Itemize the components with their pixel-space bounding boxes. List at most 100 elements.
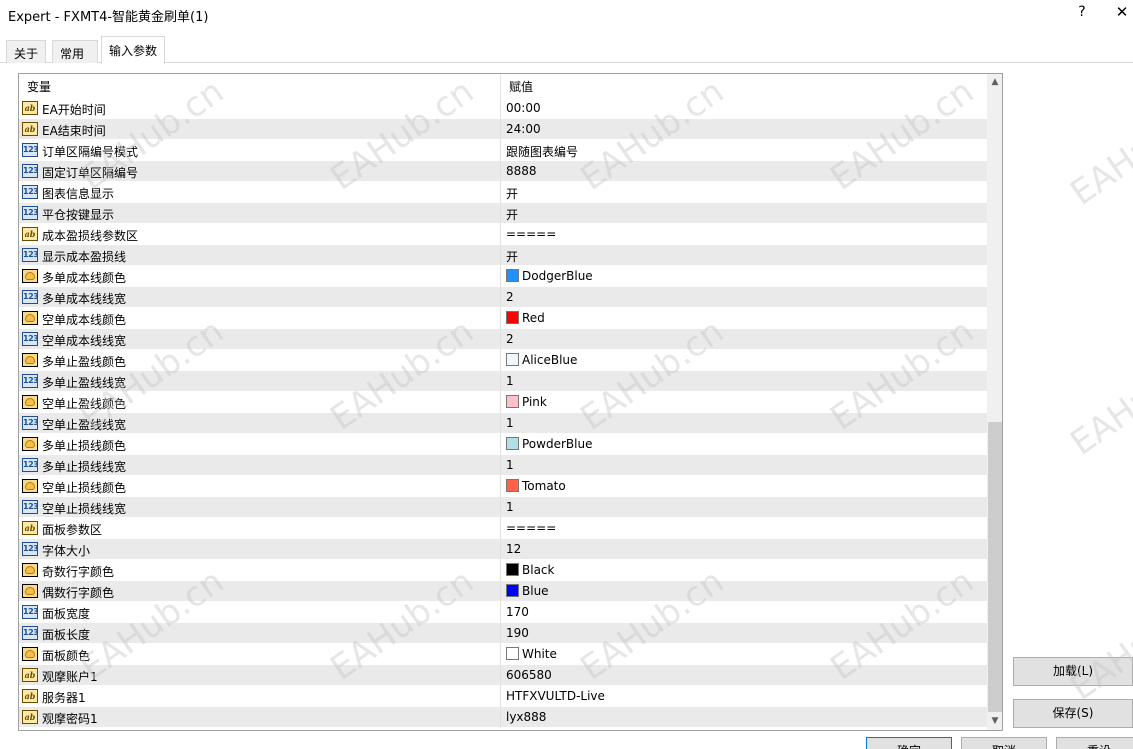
- parameter-value[interactable]: =====: [506, 227, 556, 241]
- parameter-row[interactable]: 123 多单止盈线线宽 1: [19, 371, 987, 392]
- parameter-name: 平仓按键显示: [42, 208, 115, 222]
- parameter-row[interactable]: 123 显示成本盈损线 开: [19, 245, 987, 266]
- parameter-value[interactable]: DodgerBlue: [506, 269, 593, 283]
- parameter-value[interactable]: 2: [506, 290, 514, 304]
- parameter-value-text: AliceBlue: [522, 353, 578, 367]
- parameter-row[interactable]: 多单止盈线颜色 AliceBlue: [19, 350, 987, 371]
- parameter-name: 固定订单区隔编号: [42, 166, 139, 180]
- color-palette-icon: [22, 584, 38, 598]
- parameter-row[interactable]: 123 订单区隔编号模式 跟随图表编号: [19, 140, 987, 161]
- parameter-value[interactable]: Blue: [506, 584, 549, 598]
- scroll-thumb[interactable]: [988, 422, 1002, 712]
- parameter-row[interactable]: 123 图表信息显示 开: [19, 182, 987, 203]
- cell-divider: [500, 119, 501, 140]
- help-button[interactable]: ?: [1072, 4, 1092, 24]
- column-divider[interactable]: [500, 74, 501, 98]
- parameter-name: 多单止盈线线宽: [42, 376, 127, 390]
- column-header-value[interactable]: 赋值: [509, 78, 533, 95]
- parameter-row[interactable]: 123 固定订单区隔编号 8888: [19, 161, 987, 182]
- parameter-row[interactable]: 多单止损线颜色 PowderBlue: [19, 434, 987, 455]
- parameter-value[interactable]: Pink: [506, 395, 547, 409]
- parameter-name: 空单止损线线宽: [42, 502, 127, 516]
- parameter-row[interactable]: 123 空单止盈线线宽 1: [19, 413, 987, 434]
- parameter-value-text: 8888: [506, 164, 537, 178]
- parameter-name: 多单成本线线宽: [42, 292, 127, 306]
- parameter-row[interactable]: 123 多单止损线线宽 1: [19, 455, 987, 476]
- save-button[interactable]: 保存(S): [1013, 699, 1133, 728]
- parameter-row[interactable]: 123 多单成本线线宽 2: [19, 287, 987, 308]
- color-palette-icon: [22, 437, 38, 451]
- parameter-value[interactable]: 00:00: [506, 101, 541, 115]
- tab-common[interactable]: 常用: [52, 40, 98, 63]
- reset-button[interactable]: 重设: [1056, 737, 1133, 749]
- scroll-up-arrow-icon[interactable]: ▲: [987, 74, 1002, 91]
- parameter-row[interactable]: 123 面板宽度 170: [19, 602, 987, 623]
- scroll-down-arrow-icon[interactable]: ▼: [987, 713, 1002, 730]
- color-swatch: [506, 353, 519, 366]
- parameter-value[interactable]: HTFXVULTD-Live: [506, 689, 605, 703]
- parameter-row[interactable]: ab 成本盈损线参数区 =====: [19, 224, 987, 245]
- cancel-button[interactable]: 取消: [961, 737, 1047, 749]
- parameter-value[interactable]: 606580: [506, 668, 552, 682]
- parameter-value[interactable]: Tomato: [506, 479, 566, 493]
- cell-divider: [500, 182, 501, 203]
- parameter-value[interactable]: 24:00: [506, 122, 541, 136]
- parameter-value[interactable]: 170: [506, 605, 529, 619]
- parameter-value[interactable]: lyx888: [506, 710, 546, 724]
- parameter-value[interactable]: 1: [506, 458, 514, 472]
- parameter-value[interactable]: 12: [506, 542, 521, 556]
- parameter-row[interactable]: 123 面板长度 190: [19, 623, 987, 644]
- tab-inputs[interactable]: 输入参数: [101, 36, 165, 64]
- parameter-name: 空单止损线颜色: [42, 481, 127, 495]
- parameter-value[interactable]: 开: [506, 185, 518, 202]
- parameter-row[interactable]: ab 服务器1 HTFXVULTD-Live: [19, 686, 987, 707]
- parameter-row[interactable]: 空单止盈线颜色 Pink: [19, 392, 987, 413]
- parameter-value[interactable]: 2: [506, 332, 514, 346]
- parameter-row[interactable]: 123 空单止损线线宽 1: [19, 497, 987, 518]
- parameter-row[interactable]: 123 平仓按键显示 开: [19, 203, 987, 224]
- close-button[interactable]: ✕: [1112, 3, 1132, 23]
- number-type-icon: 123: [22, 626, 39, 640]
- cell-divider: [500, 266, 501, 287]
- parameter-value[interactable]: 开: [506, 248, 518, 265]
- parameter-row[interactable]: 面板颜色 White: [19, 644, 987, 665]
- parameter-value[interactable]: 开: [506, 206, 518, 223]
- string-type-icon: ab: [22, 521, 38, 535]
- string-type-icon: ab: [22, 689, 38, 703]
- cell-divider: [500, 329, 501, 350]
- parameter-value[interactable]: 跟随图表编号: [506, 143, 578, 160]
- parameter-row[interactable]: 偶数行字颜色 Blue: [19, 581, 987, 602]
- parameter-row[interactable]: 123 空单成本线线宽 2: [19, 329, 987, 350]
- parameter-value[interactable]: AliceBlue: [506, 353, 577, 367]
- parameter-value[interactable]: 1: [506, 374, 514, 388]
- parameter-row[interactable]: 空单成本线颜色 Red: [19, 308, 987, 329]
- parameter-row[interactable]: 奇数行字颜色 Black: [19, 560, 987, 581]
- parameter-row[interactable]: ab 面板参数区 =====: [19, 518, 987, 539]
- parameter-value[interactable]: 1: [506, 416, 514, 430]
- parameter-row[interactable]: ab 观摩账户1 606580: [19, 665, 987, 686]
- parameter-value[interactable]: PowderBlue: [506, 437, 592, 451]
- parameter-row[interactable]: ab EA开始时间 00:00: [19, 98, 987, 119]
- parameter-row[interactable]: ab 观摩密码1 lyx888: [19, 707, 987, 728]
- parameter-value-text: 606580: [506, 668, 552, 682]
- parameter-value[interactable]: Red: [506, 311, 545, 325]
- column-header-variable[interactable]: 变量: [27, 78, 51, 95]
- tab-about[interactable]: 关于: [6, 40, 46, 63]
- parameter-row[interactable]: 多单成本线颜色 DodgerBlue: [19, 266, 987, 287]
- parameter-row[interactable]: 空单止损线颜色 Tomato: [19, 476, 987, 497]
- parameter-value[interactable]: Black: [506, 563, 554, 577]
- load-button[interactable]: 加载(L): [1013, 657, 1133, 686]
- ok-button[interactable]: 确定: [866, 737, 952, 749]
- title-bar: Expert - FXMT4-智能黄金刷单(1) ? ✕: [0, 0, 1133, 30]
- vertical-scrollbar[interactable]: ▲ ▼: [987, 74, 1002, 730]
- parameter-value[interactable]: White: [506, 647, 557, 661]
- parameter-value[interactable]: 190: [506, 626, 529, 640]
- parameter-value[interactable]: 8888: [506, 164, 537, 178]
- parameter-name: 字体大小: [42, 544, 91, 558]
- parameter-row[interactable]: 123 字体大小 12: [19, 539, 987, 560]
- color-palette-icon: [22, 353, 38, 367]
- parameter-value[interactable]: =====: [506, 521, 556, 535]
- parameter-row[interactable]: ab EA结束时间 24:00: [19, 119, 987, 140]
- color-palette-icon: [22, 479, 38, 493]
- parameter-value[interactable]: 1: [506, 500, 514, 514]
